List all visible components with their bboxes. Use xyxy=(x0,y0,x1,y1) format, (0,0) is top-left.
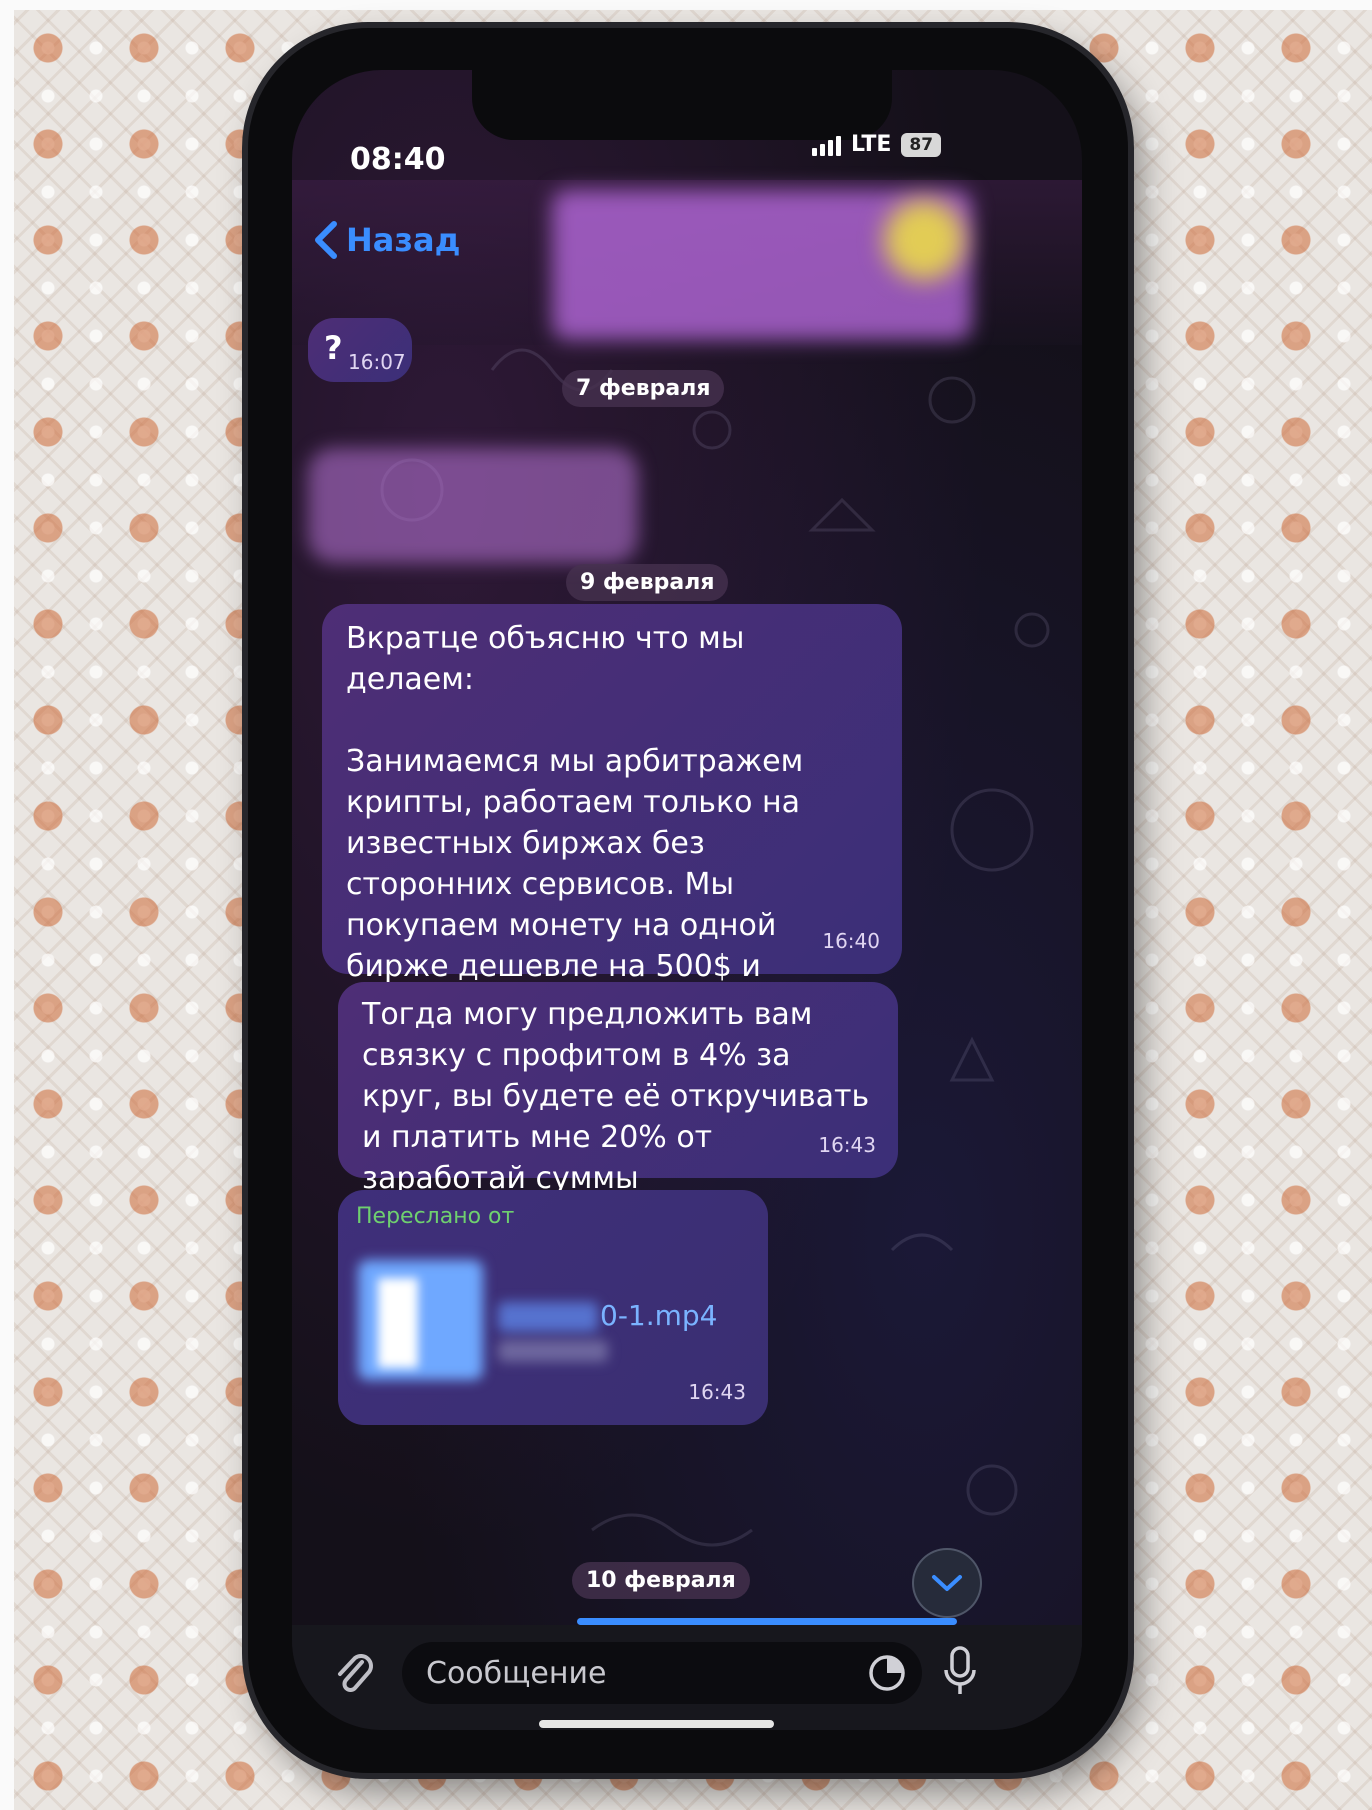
back-button[interactable]: Назад xyxy=(312,220,460,260)
status-indicators: LTE 87 xyxy=(812,132,942,157)
forwarded-file-message[interactable]: Переслано от 0-1.mp4 16:43 xyxy=(338,1190,768,1425)
file-name-redacted xyxy=(498,1302,598,1332)
sticker-icon[interactable] xyxy=(867,1653,907,1693)
file-size-redacted xyxy=(498,1340,608,1362)
message-text: ? xyxy=(324,329,343,367)
avatar[interactable] xyxy=(884,200,964,280)
date-separator: 7 февраля xyxy=(562,370,725,407)
chevron-down-icon xyxy=(932,1575,962,1591)
signal-icon xyxy=(812,134,841,156)
status-time: 08:40 xyxy=(350,142,446,177)
message-time: 16:43 xyxy=(818,1133,876,1157)
message-input[interactable]: Сообщение xyxy=(402,1642,922,1704)
microphone-icon[interactable] xyxy=(942,1644,978,1700)
message-input-placeholder: Сообщение xyxy=(426,1655,607,1691)
message-bubble[interactable]: Тогда могу предложить вам связку с профи… xyxy=(338,982,898,1196)
message-bubble[interactable]: Вкратце объясню что мы делаем: Занимаемс… xyxy=(322,604,902,1148)
message-text: Тогда могу предложить вам связку с профи… xyxy=(362,997,870,1196)
battery-icon: 87 xyxy=(901,132,942,157)
phone: 08:40 LTE 87 Назад ? 16:07 7 февраля 9 ф… xyxy=(248,28,1128,1773)
scroll-down-button[interactable] xyxy=(912,1548,982,1618)
home-indicator[interactable] xyxy=(539,1720,774,1728)
forwarded-label: Переслано от xyxy=(356,1204,515,1229)
date-separator: 10 февраля xyxy=(572,1562,750,1599)
message-bubble[interactable]: ? 16:07 xyxy=(308,318,412,382)
message-time: 16:40 xyxy=(822,929,880,953)
message-redacted[interactable] xyxy=(308,448,638,563)
network-type: LTE xyxy=(851,132,892,157)
input-accent-bar xyxy=(577,1618,957,1625)
video-thumbnail[interactable] xyxy=(358,1260,483,1380)
chevron-left-icon xyxy=(315,221,337,259)
chat-screen: 08:40 LTE 87 Назад ? 16:07 7 февраля 9 ф… xyxy=(292,70,1082,1730)
message-time: 16:43 xyxy=(688,1380,746,1404)
file-name[interactable]: 0-1.mp4 xyxy=(600,1295,718,1336)
back-label: Назад xyxy=(346,221,461,259)
notch xyxy=(472,70,892,140)
message-time: 16:07 xyxy=(348,350,406,374)
date-separator: 9 февраля xyxy=(566,564,729,601)
video-thumbnail-detail xyxy=(378,1278,418,1368)
paperclip-icon[interactable] xyxy=(332,1650,376,1698)
photo-border-left xyxy=(0,0,14,1810)
photo-border-top xyxy=(0,0,1372,10)
